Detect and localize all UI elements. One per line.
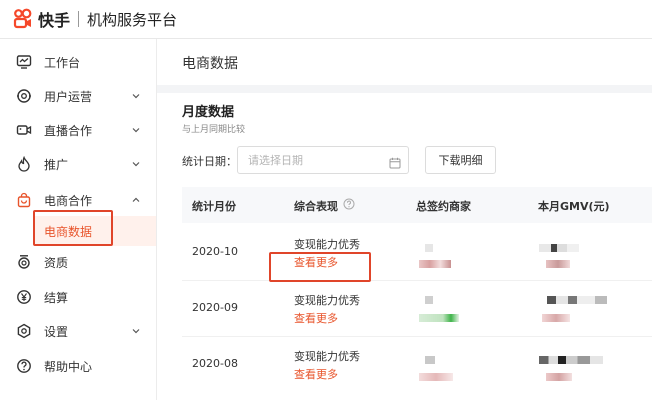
date-picker-input[interactable]	[237, 146, 409, 174]
section-title: 月度数据	[182, 105, 235, 120]
sidebar-item-label: 帮助中心	[44, 359, 93, 374]
sidebar-item-help[interactable]: 帮助中心	[0, 349, 156, 383]
header-divider	[78, 11, 80, 27]
month-cell: 2020-10	[192, 245, 238, 258]
dashboard-icon	[16, 54, 32, 70]
page-title: 电商数据	[182, 56, 238, 72]
brand-name: 快手	[38, 11, 71, 30]
month-cell: 2020-08	[192, 357, 238, 370]
table-header: 统计月份 综合表现 总签约商家 本月GMV(元)	[182, 187, 652, 223]
main-header: 电商数据	[157, 39, 652, 85]
yen-circle-icon	[16, 289, 32, 305]
sidebar-item-label: 资质	[44, 255, 69, 270]
blurred-merchant-data	[419, 314, 459, 322]
sidebar-item-label: 设置	[44, 324, 69, 339]
column-header: 综合表现	[294, 200, 338, 213]
chevron-down-icon	[131, 158, 141, 168]
flame-icon	[16, 155, 32, 172]
blurred-merchant-data	[425, 244, 433, 252]
shopping-bag-icon	[16, 192, 32, 208]
logo[interactable]: 快手	[12, 7, 70, 31]
blurred-merchant-data	[419, 260, 451, 268]
performance-cell: 变现能力优秀	[294, 350, 360, 363]
table-row: 2020-09 变现能力优秀 查看更多	[182, 280, 652, 337]
badge-icon	[16, 254, 32, 270]
date-label: 统计日期：	[182, 155, 237, 168]
sidebar-item-live[interactable]: 直播合作	[0, 113, 156, 147]
sidebar-item-label: 用户运营	[44, 89, 93, 104]
chevron-down-icon	[131, 325, 141, 335]
blurred-gmv-data	[539, 356, 603, 364]
view-more-link[interactable]: 查看更多	[294, 366, 338, 382]
chevron-down-icon	[131, 90, 141, 100]
blurred-merchant-data	[425, 296, 433, 304]
sidebar-item-label: 直播合作	[44, 123, 93, 138]
blurred-gmv-data	[539, 244, 579, 252]
gear-icon	[16, 323, 32, 339]
top-bar: 快手 机构服务平台	[0, 0, 652, 39]
user-ops-icon	[16, 88, 32, 104]
blurred-merchant-data	[419, 373, 453, 381]
blurred-gmv-data	[542, 314, 570, 322]
sidebar-item-settings[interactable]: 设置	[0, 314, 156, 348]
view-more-link[interactable]: 查看更多	[294, 310, 338, 326]
table-row: 2020-08 变现能力优秀 查看更多	[182, 336, 652, 392]
column-header: 总签约商家	[416, 200, 471, 213]
sidebar-item-label: 结算	[44, 290, 69, 305]
chevron-up-icon	[131, 194, 141, 204]
section-subtitle: 与上月同期比较	[182, 125, 246, 135]
blurred-gmv-data	[547, 296, 607, 304]
sidebar-item-user-ops[interactable]: 用户运营	[0, 79, 156, 113]
performance-cell: 变现能力优秀	[294, 238, 360, 251]
sidebar-item-label: 电商合作	[44, 193, 93, 208]
calendar-icon[interactable]	[389, 154, 401, 169]
table-row: 2020-10 变现能力优秀 查看更多	[182, 224, 652, 281]
platform-name: 机构服务平台	[87, 10, 178, 29]
sidebar-item-qualification[interactable]: 资质	[0, 245, 156, 279]
blurred-gmv-data	[546, 260, 570, 268]
help-circle-icon[interactable]	[343, 198, 355, 210]
sidebar-item-promotion[interactable]: 推广	[0, 147, 156, 181]
download-details-button[interactable]: 下载明细	[425, 146, 496, 174]
blurred-merchant-data	[425, 356, 435, 364]
help-circle-icon	[16, 358, 32, 374]
performance-cell: 变现能力优秀	[294, 294, 360, 307]
sidebar-item-label: 推广	[44, 157, 69, 172]
highlight-box-nav	[33, 210, 113, 246]
kuaishou-logo-icon	[12, 8, 34, 30]
chevron-down-icon	[131, 124, 141, 134]
column-header: 统计月份	[192, 200, 236, 213]
blurred-gmv-data	[546, 373, 572, 381]
sidebar-item-settlement[interactable]: 结算	[0, 280, 156, 314]
live-camera-icon	[16, 122, 32, 138]
sidebar-item-workbench[interactable]: 工作台	[0, 45, 156, 79]
highlight-box-view-more	[269, 252, 371, 282]
monthly-data-card: 月度数据 与上月同期比较 统计日期： 下载明细 统计月份 综合表现 总签约商家 …	[157, 93, 652, 400]
month-cell: 2020-09	[192, 301, 238, 314]
column-header: 本月GMV(元)	[538, 200, 610, 213]
sidebar-item-label: 工作台	[44, 55, 81, 70]
